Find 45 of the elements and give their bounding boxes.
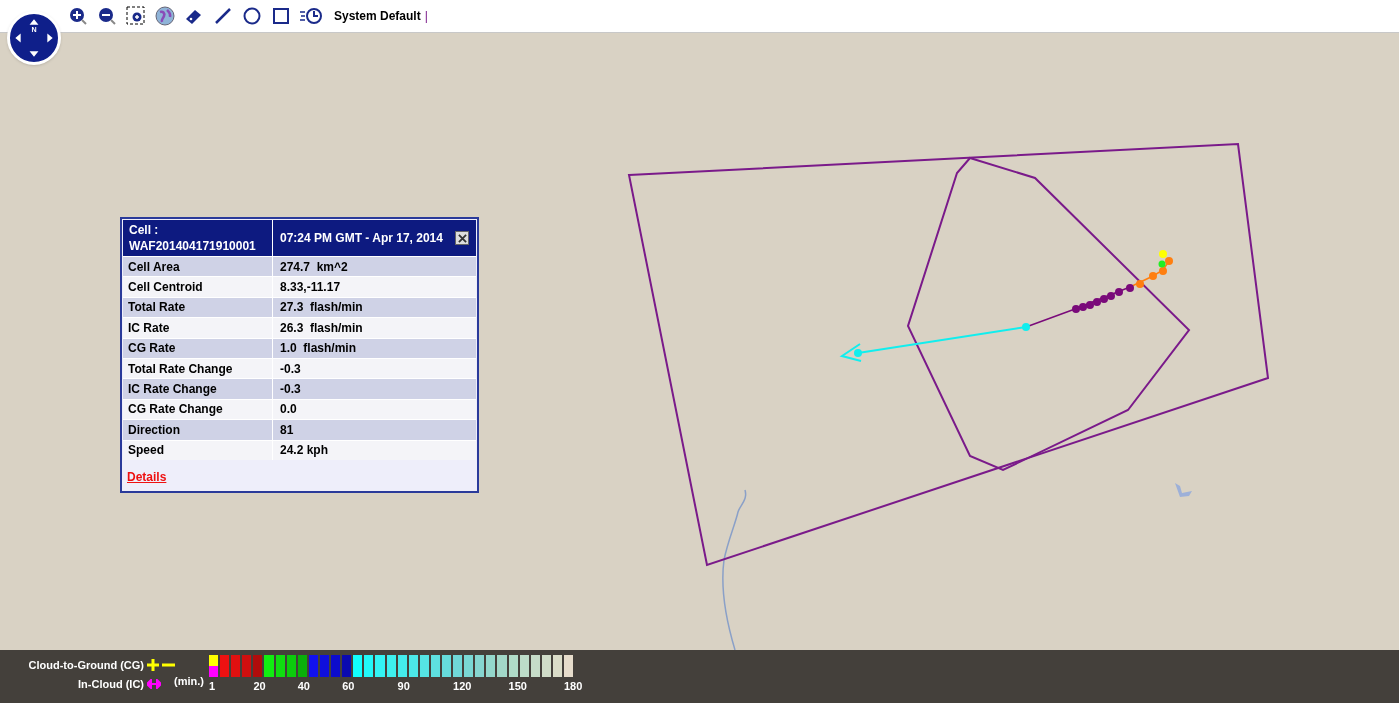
ic-label: In-Cloud (IC) xyxy=(78,676,144,692)
line-icon[interactable] xyxy=(213,6,233,26)
scale-tick-label: 40 xyxy=(297,679,310,694)
field-value: 8.33,-11.17 xyxy=(279,279,342,297)
field-label: Cell Centroid xyxy=(123,277,273,297)
unit-label: (min.) xyxy=(174,674,205,689)
field-value: 1.0 flash/min xyxy=(279,340,358,358)
scale-tick-label: 150 xyxy=(508,679,527,694)
field-label: Speed xyxy=(123,440,273,460)
scale-tick-label: 120 xyxy=(453,679,472,694)
cursor-mark: | xyxy=(424,8,428,25)
cg-plus-minus-icon xyxy=(147,659,175,672)
field-label: Direction xyxy=(123,420,273,440)
cell-id: WAF201404171910001 xyxy=(129,238,257,254)
clock-icon[interactable] xyxy=(300,6,322,26)
field-label: IC Rate Change xyxy=(123,379,273,399)
scale-tick-label: 180 xyxy=(564,679,583,694)
details-link[interactable]: Details xyxy=(127,469,167,484)
scale-tick-label: 1 xyxy=(209,679,216,694)
field-label: CG Rate xyxy=(123,338,273,358)
field-value: -0.3 xyxy=(279,360,302,378)
field-value: 24.2 kph xyxy=(279,442,330,460)
field-value: 274.7 km^2 xyxy=(279,258,349,276)
field-label: IC Rate xyxy=(123,318,273,338)
globe-icon[interactable] xyxy=(155,6,175,26)
cell-label: Cell : xyxy=(129,222,160,238)
scale-tick-label: 60 xyxy=(342,679,355,694)
cg-label: Cloud-to-Ground (CG) xyxy=(28,658,144,673)
scale-tick-label: 90 xyxy=(397,679,410,694)
field-value: -0.3 xyxy=(279,381,302,399)
ic-double-arrow-icon xyxy=(147,678,161,689)
field-value: 26.3 flash/min xyxy=(279,319,364,337)
zoom-out-icon[interactable] xyxy=(97,6,117,26)
field-value: 81 xyxy=(279,421,295,439)
timestamp: 07:24 PM GMT - Apr 17, 2014 xyxy=(280,230,443,247)
lake-shape xyxy=(1175,483,1192,497)
scale-tick-label: 20 xyxy=(253,679,266,694)
circle-icon[interactable] xyxy=(242,6,262,26)
zoom-box-icon[interactable] xyxy=(126,6,146,26)
style-label: System Default xyxy=(334,8,421,25)
close-icon[interactable] xyxy=(455,231,469,245)
field-value: 27.3 flash/min xyxy=(279,299,364,317)
zoom-in-icon[interactable] xyxy=(68,6,88,26)
square-icon[interactable] xyxy=(271,6,291,26)
field-value: 0.0 xyxy=(279,401,298,419)
